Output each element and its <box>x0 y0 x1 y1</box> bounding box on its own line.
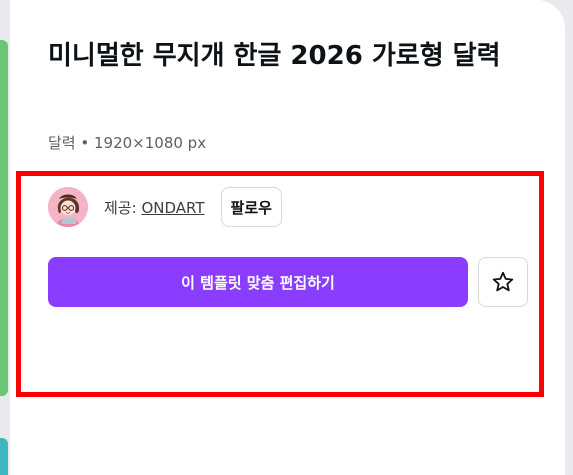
adjacent-card-teal[interactable] <box>0 438 8 475</box>
creator-avatar[interactable] <box>48 187 88 227</box>
favorite-button[interactable] <box>478 257 528 307</box>
creator-row: 제공: ONDART 팔로우 <box>48 187 282 227</box>
avatar-illustration <box>48 187 88 227</box>
provided-by-label: 제공: <box>104 198 142 217</box>
stage: 미니멀한 무지개 한글 2026 가로형 달력 달력 • 1920×1080 p… <box>0 0 573 475</box>
adjacent-card-green[interactable] <box>0 40 8 396</box>
template-meta: 달력 • 1920×1080 px <box>48 134 207 152</box>
star-outline-icon <box>492 271 514 292</box>
customize-template-button[interactable]: 이 템플릿 맞춤 편집하기 <box>48 257 468 307</box>
follow-button[interactable]: 팔로우 <box>220 187 282 227</box>
creator-name-link[interactable]: ONDART <box>141 199 204 217</box>
creator-attribution: 제공: ONDART <box>104 197 205 218</box>
template-title: 미니멀한 무지개 한글 2026 가로형 달력 <box>48 41 501 71</box>
